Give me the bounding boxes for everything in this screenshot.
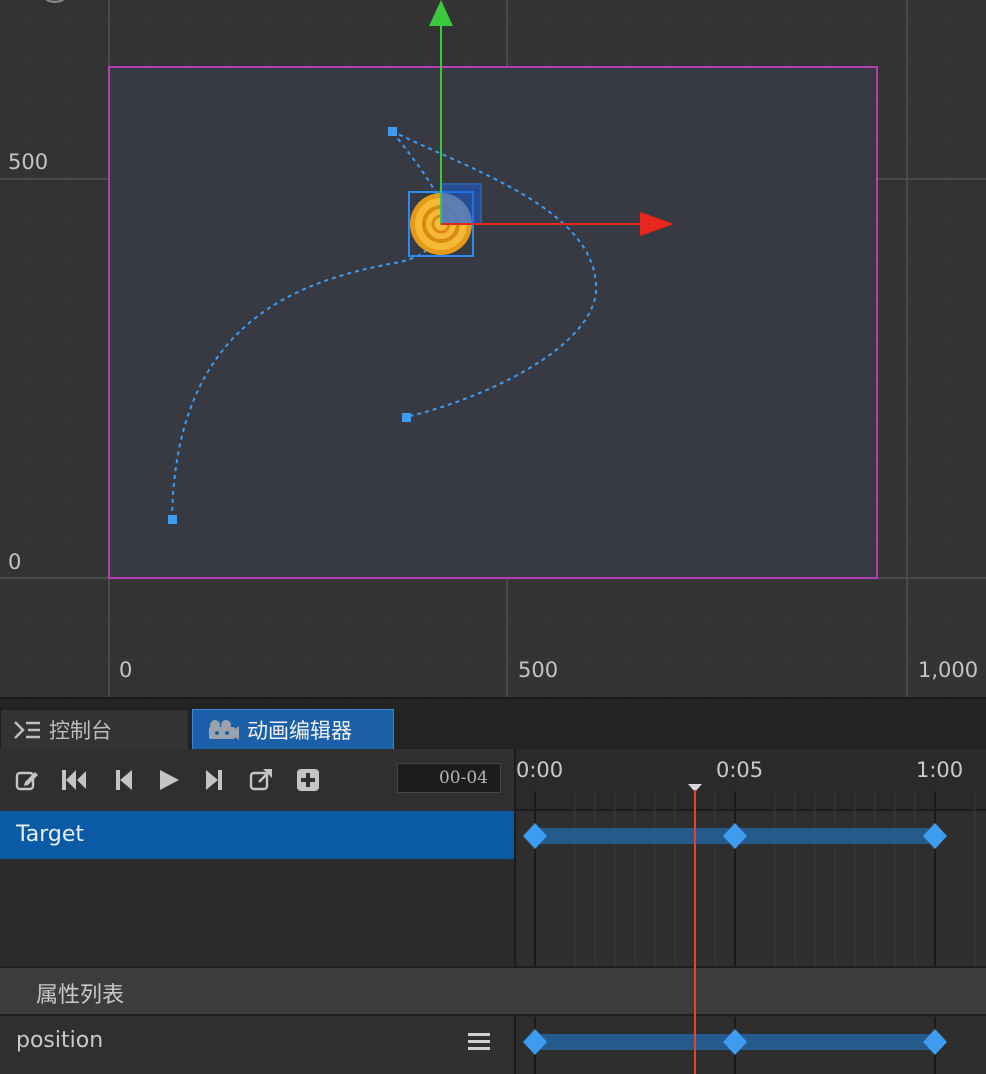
add-button[interactable] — [295, 767, 321, 793]
ruler-y-label: 0 — [8, 550, 22, 574]
export-button[interactable] — [248, 767, 274, 793]
node-row-target[interactable]: Target — [0, 811, 514, 859]
tab-console-label: 控制台 — [49, 718, 112, 743]
property-row-position[interactable]: position — [0, 1016, 514, 1074]
jump-first-icon — [62, 770, 86, 790]
prev-frame-icon — [116, 770, 132, 790]
next-frame-icon — [206, 770, 222, 790]
keyframe — [523, 1029, 547, 1055]
path-point — [168, 515, 177, 524]
next-frame-button[interactable] — [202, 767, 228, 793]
jump-first-button[interactable] — [60, 767, 86, 793]
play-icon — [160, 770, 179, 790]
ruler-x-label: 500 — [518, 658, 559, 682]
keyframe — [723, 1029, 747, 1055]
property-name: position — [16, 1028, 104, 1053]
scene-grid — [0, 0, 986, 697]
keyframe — [723, 823, 747, 849]
tab-console[interactable]: 控制台 — [0, 709, 189, 749]
keyframe — [923, 823, 947, 849]
timeline-tracks — [523, 791, 976, 1074]
edit-icon — [15, 771, 38, 791]
menu-icon[interactable] — [468, 1032, 490, 1052]
path-point — [388, 127, 397, 136]
property-list-title: 属性列表 — [36, 983, 125, 1008]
ruler-x-label: 1,000 — [918, 658, 979, 682]
play-button[interactable] — [156, 767, 182, 793]
keyframe — [923, 1029, 947, 1055]
path-point — [402, 413, 411, 422]
scene-viewport[interactable]: 500 0 0 500 1,000 — [0, 0, 986, 697]
add-icon — [297, 769, 319, 791]
edit-button[interactable] — [14, 767, 40, 793]
node-list: Target — [0, 811, 514, 966]
current-time-field[interactable]: 00-04 — [397, 763, 501, 793]
tab-animation-editor[interactable]: 动画编辑器 — [192, 709, 394, 749]
ruler-x-label: 0 — [119, 658, 133, 682]
tab-animation-label: 动画编辑器 — [247, 718, 352, 743]
playhead[interactable] — [685, 784, 705, 1074]
panel-tab-bar: 控制台 动画编辑器 — [0, 697, 986, 751]
console-icon — [14, 720, 40, 739]
animation-icon — [209, 719, 239, 740]
canvas-frame — [108, 66, 878, 579]
property-list-header: 属性列表 — [0, 966, 986, 1016]
keyframe — [523, 823, 547, 849]
export-icon — [249, 769, 272, 791]
ruler-y-label: 500 — [8, 150, 49, 174]
animation-toolbar: 00-04 — [0, 749, 514, 812]
prev-frame-button[interactable] — [110, 767, 136, 793]
